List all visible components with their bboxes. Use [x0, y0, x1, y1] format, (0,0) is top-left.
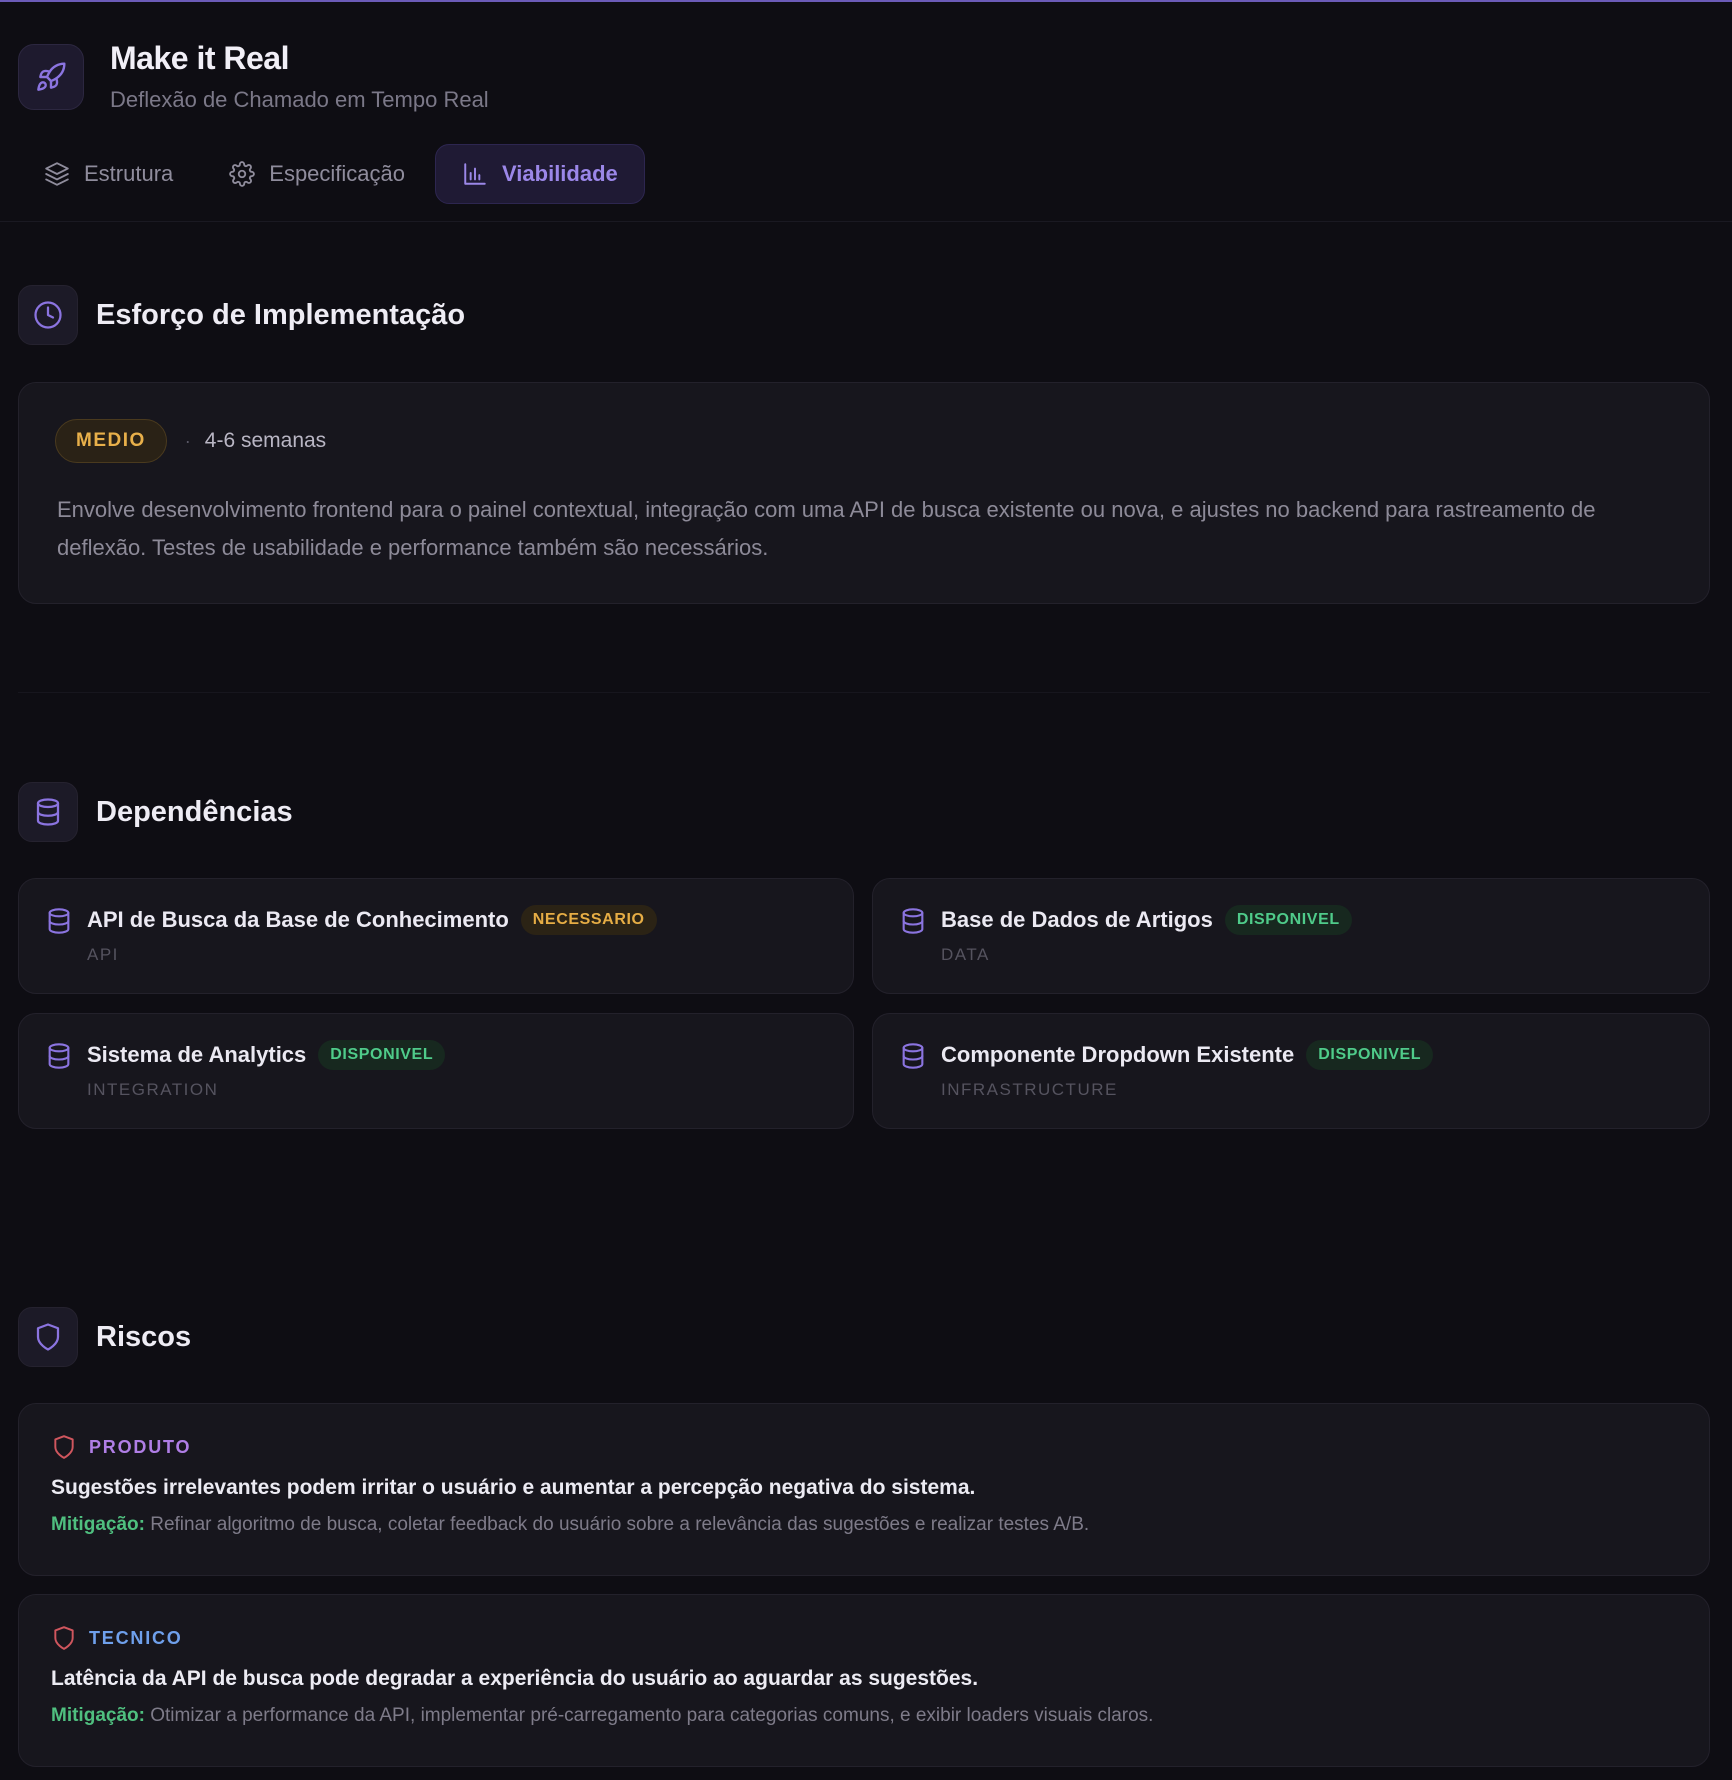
tabs-divider — [0, 221, 1732, 222]
effort-section-header: Esforço de Implementação — [18, 285, 465, 345]
section-title: Riscos — [96, 1320, 192, 1353]
dependency-name: API de Busca da Base de Conhecimento — [87, 907, 509, 932]
app-subtitle: Deflexão de Chamado em Tempo Real — [110, 87, 489, 112]
mitigation-label: Mitigação: — [51, 1705, 145, 1726]
risk-mitigation: Mitigação: Otimizar a performance da API… — [51, 1705, 1677, 1727]
clock-icon — [18, 285, 78, 345]
effort-description: Envolve desenvolvimento frontend para o … — [57, 497, 1596, 560]
tab-label: Especificação — [269, 161, 406, 186]
effort-level-badge: MEDIO — [55, 419, 167, 463]
risk-card: PRODUTO Sugestões irrelevantes podem irr… — [18, 1403, 1710, 1576]
dependency-type: DATA — [941, 945, 990, 964]
bar-chart-icon — [464, 163, 486, 185]
risk-category: TECNICO — [89, 1627, 183, 1648]
effort-duration: 4-6 semanas — [204, 429, 327, 452]
database-icon — [902, 1043, 924, 1069]
mitigation-text: Refinar algoritmo de busca, coletar feed… — [150, 1514, 1090, 1535]
dependencies-section-header: Dependências — [18, 782, 293, 842]
app-title: Make it Real — [110, 40, 289, 76]
tab-label: Viabilidade — [502, 161, 618, 186]
database-icon — [48, 908, 70, 934]
shield-icon — [54, 1435, 74, 1459]
risk-category: PRODUTO — [89, 1436, 192, 1457]
risk-mitigation: Mitigação: Refinar algoritmo de busca, c… — [51, 1514, 1677, 1536]
dependency-name: Sistema de Analytics — [87, 1042, 307, 1067]
tab-estrutura[interactable]: Estrutura — [18, 144, 199, 204]
database-icon — [18, 782, 78, 842]
dependency-card: Sistema de Analytics DISPONIVEL INTEGRAT… — [18, 1013, 854, 1129]
section-title: Dependências — [96, 795, 293, 828]
dependency-status-badge: NECESSARIO — [520, 905, 657, 935]
database-icon — [902, 908, 924, 934]
risk-card: TECNICO Latência da API de busca pode de… — [18, 1594, 1710, 1767]
app-header: Make it Real Deflexão de Chamado em Temp… — [18, 40, 489, 113]
dependency-status-badge: DISPONIVEL — [1306, 1040, 1434, 1070]
mitigation-text: Otimizar a performance da API, implement… — [150, 1705, 1154, 1726]
dependency-card: API de Busca da Base de Conhecimento NEC… — [18, 878, 854, 994]
shield-icon — [18, 1307, 78, 1367]
dependency-card: Componente Dropdown Existente DISPONIVEL… — [872, 1013, 1710, 1129]
dependency-name: Componente Dropdown Existente — [941, 1042, 1295, 1067]
dependency-card: Base de Dados de Artigos DISPONIVEL DATA — [872, 878, 1710, 994]
dependency-status-badge: DISPONIVEL — [318, 1040, 446, 1070]
tab-bar: Estrutura Especificação Viabilidade — [18, 144, 649, 204]
section-title: Esforço de Implementação — [96, 298, 466, 331]
dependency-name: Base de Dados de Artigos — [941, 907, 1213, 932]
dependency-type: INTEGRATION — [87, 1080, 219, 1099]
effort-card: MEDIO · 4-6 semanas Envolve desenvolvime… — [18, 382, 1710, 604]
top-accent-line — [0, 0, 1732, 2]
shield-icon — [54, 1626, 74, 1650]
database-icon — [48, 1043, 70, 1069]
gear-icon — [229, 161, 256, 187]
layers-icon — [45, 162, 69, 186]
risks-section-header: Riscos — [18, 1307, 191, 1367]
tab-label: Estrutura — [84, 161, 174, 186]
rocket-icon — [18, 43, 84, 110]
page: Make it Real Deflexão de Chamado em Temp… — [0, 0, 1732, 1780]
risk-title: Sugestões irrelevantes podem irritar o u… — [51, 1476, 976, 1499]
section-divider — [18, 692, 1710, 693]
mitigation-label: Mitigação: — [51, 1514, 145, 1535]
tab-viabilidade[interactable]: Viabilidade — [435, 144, 645, 204]
dependency-type: INFRASTRUCTURE — [941, 1080, 1118, 1099]
dependency-status-badge: DISPONIVEL — [1224, 905, 1352, 935]
dependency-type: API — [87, 945, 119, 964]
tab-especificacao[interactable]: Especificação — [203, 144, 431, 204]
risk-title: Latência da API de busca pode degradar a… — [51, 1667, 979, 1690]
separator-dot: · — [184, 430, 191, 451]
